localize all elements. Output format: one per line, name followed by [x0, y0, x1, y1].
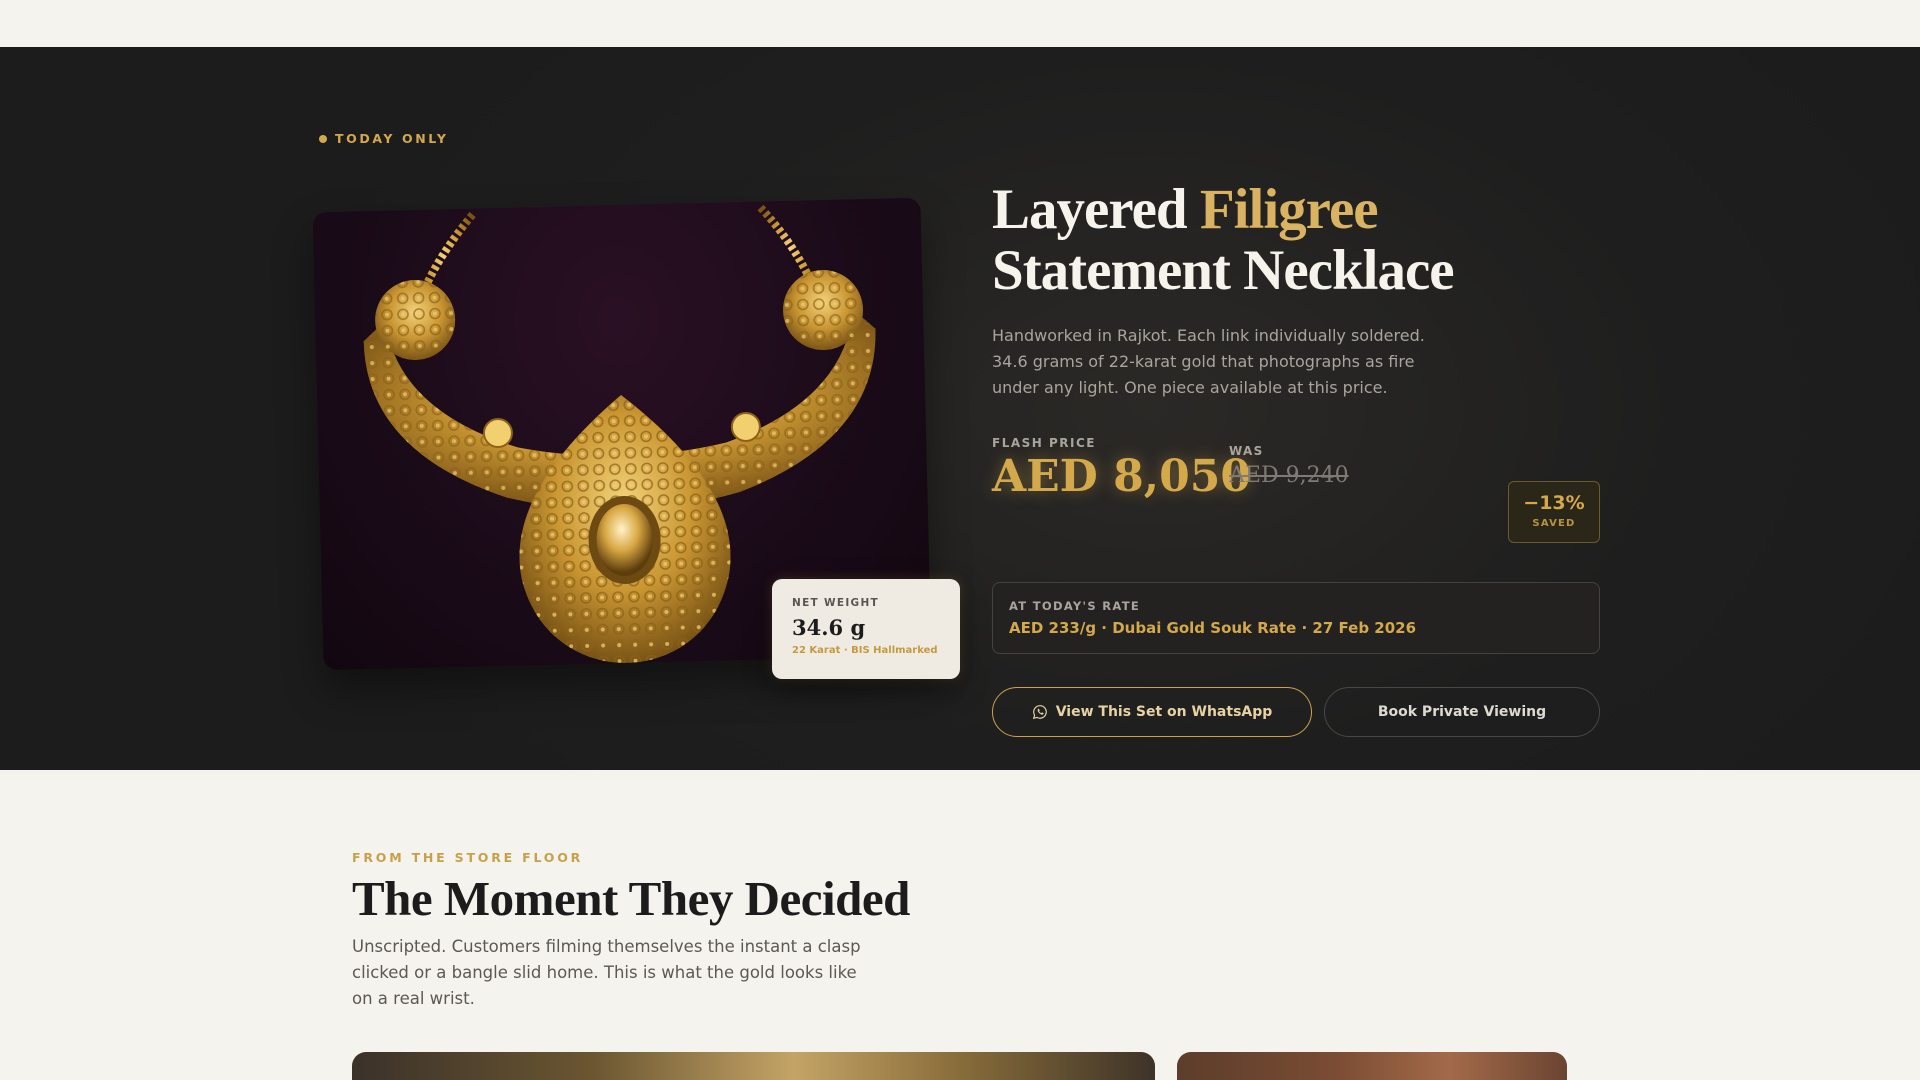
title-part-1: Layered [992, 178, 1200, 241]
discount-badge: −13% SAVED [1508, 481, 1600, 543]
was-label: WAS [1229, 444, 1264, 458]
net-weight-card: NET WEIGHT 34.6 g 22 Karat · BIS Hallmar… [772, 579, 960, 679]
whatsapp-icon [1032, 705, 1047, 720]
rate-value: AED 233/g · Dubai Gold Souk Rate · 27 Fe… [1009, 619, 1417, 637]
video-thumbnail[interactable] [352, 1052, 1155, 1080]
gold-rate-box: AT TODAY'S RATE AED 233/g · Dubai Gold S… [992, 582, 1600, 654]
section-eyebrow: FROM THE STORE FLOOR [352, 850, 584, 865]
top-nav-bar [0, 0, 1920, 47]
product-description: Handworked in Rajkot. Each link individu… [992, 326, 1425, 397]
flash-price: AED 8,050 [992, 451, 1251, 502]
rate-label: AT TODAY'S RATE [1009, 599, 1141, 613]
today-only-label: TODAY ONLY [335, 131, 449, 146]
discount-percent: −13% [1523, 492, 1585, 514]
book-viewing-button[interactable]: Book Private Viewing [1324, 687, 1600, 737]
net-weight-value: 34.6 g [792, 615, 866, 640]
store-floor-section: FROM THE STORE FLOOR The Moment They Dec… [0, 770, 1920, 1080]
today-only-badge: TODAY ONLY [319, 131, 449, 146]
hero-section: TODAY ONLY NET WEIGHT 34.6 g 22 Karat · … [0, 47, 1920, 770]
discount-label: SAVED [1532, 518, 1576, 529]
title-part-2: Statement Necklace [992, 239, 1455, 302]
net-weight-label: NET WEIGHT [792, 597, 880, 609]
section-title: The Moment They Decided [352, 871, 910, 926]
whatsapp-button[interactable]: View This Set on WhatsApp [992, 687, 1312, 737]
was-price: AED 9,240 [1229, 463, 1349, 488]
video-thumbnail[interactable] [1177, 1052, 1567, 1080]
dot-icon [319, 134, 327, 143]
product-title: Layered Filigree Statement Necklace [992, 178, 1455, 302]
book-viewing-label: Book Private Viewing [1377, 704, 1547, 720]
section-description: Unscripted. Customers filming themselves… [352, 937, 861, 1008]
karat-hallmark-text: 22 Karat · BIS Hallmarked [792, 645, 938, 656]
title-highlight: Filigree [1199, 178, 1379, 241]
flash-price-label: FLASH PRICE [992, 436, 1096, 450]
whatsapp-button-label: View This Set on WhatsApp [1055, 704, 1273, 720]
